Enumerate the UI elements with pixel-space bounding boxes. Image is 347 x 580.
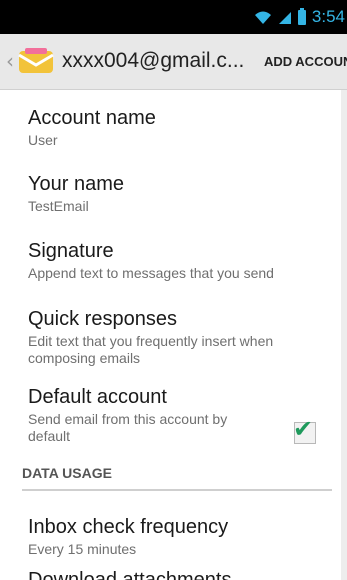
pref-title: Default account	[28, 386, 167, 408]
pref-inbox-check-frequency[interactable]: Inbox check frequency Every 15 minutes	[28, 515, 328, 558]
pref-title: Signature	[28, 240, 114, 262]
pref-summary: Every 15 minutes	[28, 541, 137, 557]
pref-default-account[interactable]: Default account Send email from this acc…	[28, 385, 273, 445]
action-bar: ‹ xxxx004@gmail.c... ADD ACCOUNT	[0, 34, 347, 90]
up-caret-icon[interactable]: ‹	[6, 49, 14, 73]
pref-title: Download attachments	[28, 569, 232, 580]
pref-title: Account name	[28, 107, 156, 129]
pref-title: Inbox check frequency	[28, 516, 229, 538]
section-header-data-usage: DATA USAGE	[22, 465, 332, 491]
status-icons: 3:54	[254, 0, 347, 34]
status-bar: 3:54	[0, 0, 347, 34]
pref-title: Your name	[28, 173, 124, 195]
pref-quick-responses[interactable]: Quick responses Edit text that you frequ…	[28, 307, 328, 367]
scroll-edge	[341, 90, 347, 580]
pref-your-name[interactable]: Your name TestEmail	[28, 172, 328, 215]
pref-summary: User	[28, 132, 58, 148]
account-title[interactable]: xxxx004@gmail.c...	[62, 49, 244, 73]
checkmark-icon: ✔	[293, 415, 314, 443]
pref-account-name[interactable]: Account name User	[28, 106, 328, 149]
pref-summary: Append text to messages that you send	[28, 265, 274, 281]
default-account-checkbox[interactable]: ✔	[293, 415, 316, 444]
pref-summary: Edit text that you frequently insert whe…	[28, 333, 274, 366]
pref-title: Quick responses	[28, 308, 177, 330]
pref-summary: Send email from this account by default	[28, 411, 228, 444]
signal-icon	[278, 11, 291, 24]
wifi-icon	[254, 11, 271, 24]
status-time: 3:54	[311, 7, 345, 26]
add-account-button[interactable]: ADD ACCOUNT	[264, 54, 347, 69]
pref-signature[interactable]: Signature Append text to messages that y…	[28, 239, 328, 282]
pref-download-attachments[interactable]: Download attachments	[28, 568, 328, 580]
settings-screen: 3:54 ‹ xxxx004@gmail.c... ADD ACCOUNT Ac…	[0, 0, 347, 580]
pref-summary: TestEmail	[28, 198, 89, 214]
email-envelope-icon[interactable]	[18, 48, 54, 76]
battery-icon	[297, 7, 306, 25]
